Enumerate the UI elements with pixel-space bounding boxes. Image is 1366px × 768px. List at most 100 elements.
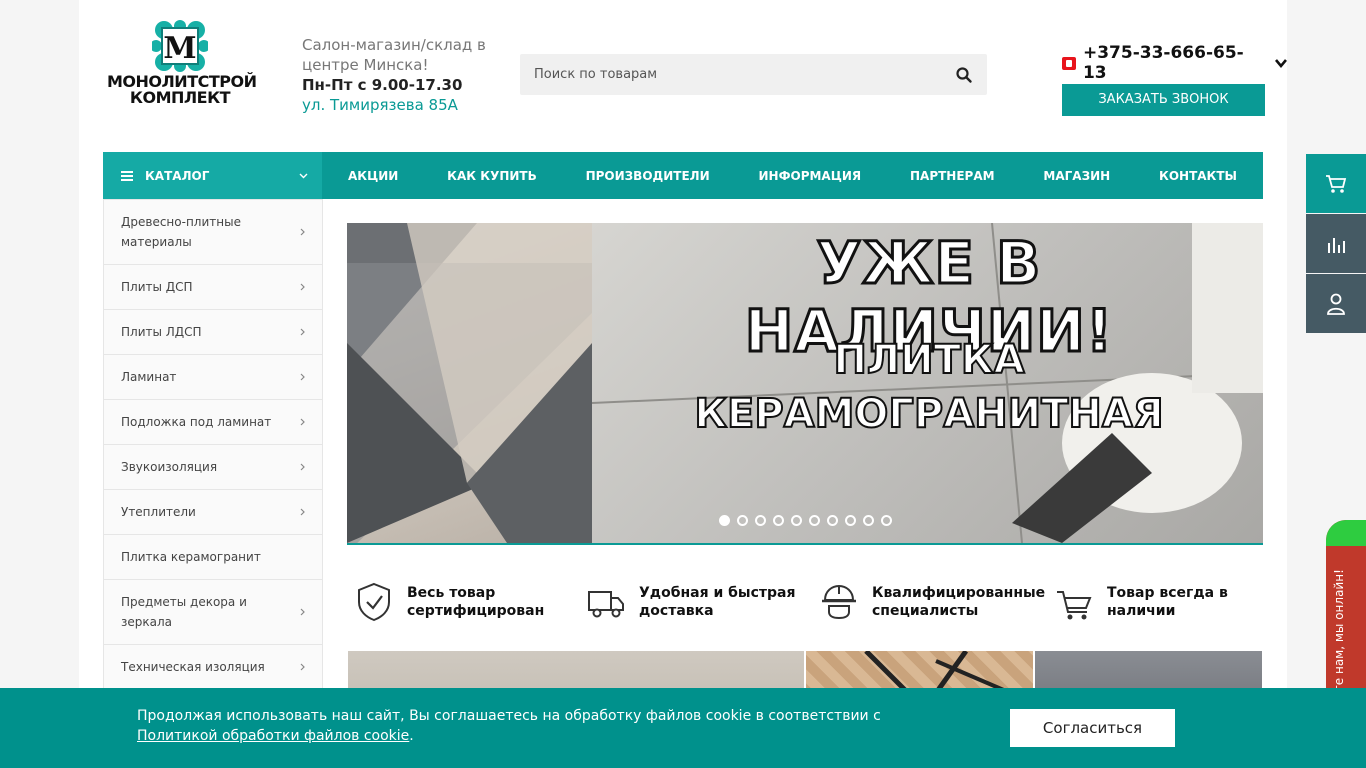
nav-item-information[interactable]: ИНФОРМАЦИЯ: [759, 169, 862, 183]
feature-text: Удобная и быстрая доставка: [639, 585, 796, 619]
delivery-truck-icon: [588, 591, 624, 618]
feature-text: Квалифицированные специалисты: [872, 585, 1046, 619]
sidebar-item-wood-panels[interactable]: Древесно-плитные материалы: [104, 199, 322, 264]
chevron-right-icon: [300, 373, 305, 381]
store-info: Салон-магазин/склад в центре Минска! Пн-…: [302, 35, 502, 115]
feature-delivery: Удобная и быстрая доставка: [587, 580, 799, 624]
callback-button[interactable]: ЗАКАЗАТЬ ЗВОНОК: [1062, 84, 1265, 116]
store-hours: Пн-Пт с 9.00-17.30: [302, 76, 463, 94]
search-box: [520, 54, 987, 95]
nav-item-shop[interactable]: МАГАЗИН: [1043, 169, 1110, 183]
store-address[interactable]: ул. Тимирязева 85А: [302, 95, 502, 115]
cart-icon: [1326, 174, 1347, 193]
chat-status-indicator: [1326, 520, 1366, 546]
nav-item-manufacturers[interactable]: ПРОИЗВОДИТЕЛИ: [586, 169, 710, 183]
cookie-policy-link[interactable]: Политикой обработки файлов cookie: [137, 728, 409, 744]
feature-certified: Весь товар сертифицирован: [355, 580, 547, 624]
toolbar-compare-button[interactable]: [1306, 214, 1366, 273]
cookie-suffix: .: [409, 728, 414, 744]
sidebar-item-label: Плитка керамогранит: [121, 550, 261, 564]
banner-subline2: КЕРАМОГРАНИТНАЯ: [693, 390, 1164, 438]
sidebar-item-dsp[interactable]: Плиты ДСП: [104, 264, 322, 309]
logo-emblem-icon: M: [152, 20, 208, 72]
slider-dots: [719, 515, 892, 526]
toolbar-account-button[interactable]: [1306, 274, 1366, 333]
cookie-message: Продолжая использовать наш сайт, Вы согл…: [137, 708, 881, 724]
main-nav: КАТАЛОГ АКЦИИ КАК КУПИТЬ ПРОИЗВОДИТЕЛИ И…: [103, 152, 1263, 199]
sidebar-item-label: Предметы декора и зеркала: [121, 595, 247, 629]
slider-dot[interactable]: [737, 515, 748, 526]
sidebar-item-insulation[interactable]: Утеплители: [104, 489, 322, 534]
logo[interactable]: M МОНОЛИТСТРОЙ КОМПЛЕКТ: [107, 20, 257, 108]
feature-specialists: Квалифицированные специалисты: [820, 580, 1046, 624]
hamburger-icon: [121, 170, 133, 181]
sidebar-item-label: Древесно-плитные материалы: [121, 215, 241, 249]
slider-dot[interactable]: [773, 515, 784, 526]
nav-item-partners[interactable]: ПАРТНЕРАМ: [910, 169, 995, 183]
chevron-right-icon: [300, 663, 305, 671]
nav-item-promotions[interactable]: АКЦИИ: [348, 169, 398, 183]
top-menu: АКЦИИ КАК КУПИТЬ ПРОИЗВОДИТЕЛИ ИНФОРМАЦИ…: [322, 152, 1263, 199]
chevron-right-icon: [300, 463, 305, 471]
sidebar-item-label: Утеплители: [121, 505, 196, 519]
search-icon[interactable]: [955, 66, 973, 84]
certified-shield-icon: [358, 582, 390, 622]
logo-line2: КОМПЛЕКТ: [129, 88, 231, 107]
page-container: M МОНОЛИТСТРОЙ КОМПЛЕКТ Салон-магазин/ск…: [79, 0, 1287, 768]
cookie-text: Продолжая использовать наш сайт, Вы согл…: [137, 706, 897, 746]
user-icon: [1327, 293, 1345, 315]
tile-stack-graphic: [347, 223, 592, 543]
nav-item-how-to-buy[interactable]: КАК КУПИТЬ: [447, 169, 537, 183]
compare-chart-icon: [1328, 237, 1345, 253]
sidebar-item-label: Звукоизоляция: [121, 460, 218, 474]
slider-dot[interactable]: [863, 515, 874, 526]
sidebar-item-label: Подложка под ламинат: [121, 415, 272, 429]
sidebar-item-tech-insulation[interactable]: Техническая изоляция: [104, 644, 322, 689]
slider-dot[interactable]: [881, 515, 892, 526]
sidebar-item-soundproofing[interactable]: Звукоизоляция: [104, 444, 322, 489]
cookie-agree-button[interactable]: Согласиться: [1010, 709, 1175, 747]
cookie-banner: Продолжая использовать наш сайт, Вы согл…: [0, 688, 1366, 768]
phone-block[interactable]: +375-33-666-65-13: [1062, 43, 1287, 83]
catalog-sidebar: Древесно-плитные материалы Плиты ДСП Пли…: [103, 199, 323, 690]
features-row: Весь товар сертифицирован Удобная и быст…: [347, 580, 1263, 624]
toolbar-cart-button[interactable]: [1306, 154, 1366, 213]
banner-divider: [347, 543, 1263, 545]
nav-item-contacts[interactable]: КОНТАКТЫ: [1159, 169, 1237, 183]
feature-text: Весь товар сертифицирован: [407, 585, 545, 619]
sidebar-item-underlay[interactable]: Подложка под ламинат: [104, 399, 322, 444]
sidebar-item-ldsp[interactable]: Плиты ЛДСП: [104, 309, 322, 354]
store-tagline: Салон-магазин/склад в центре Минска!: [302, 36, 486, 74]
banner-subline1: ПЛИТКА: [832, 336, 1025, 384]
catalog-button[interactable]: КАТАЛОГ: [103, 152, 322, 199]
chevron-right-icon: [300, 328, 305, 336]
sidebar-item-decor-mirrors[interactable]: Предметы декора и зеркала: [104, 579, 322, 644]
sidebar-item-label: Техническая изоляция: [121, 660, 265, 674]
chat-label: ите нам, мы онлайн!: [1332, 569, 1346, 700]
slider-dot[interactable]: [809, 515, 820, 526]
chevron-down-icon: [299, 173, 308, 179]
search-input[interactable]: [520, 54, 930, 95]
feature-in-stock: Товар всегда в наличии: [1055, 580, 1247, 624]
chevron-right-icon: [300, 283, 305, 291]
slider-dot[interactable]: [845, 515, 856, 526]
catalog-label: КАТАЛОГ: [145, 168, 210, 183]
sidebar-item-porcelain-tile[interactable]: Плитка керамогранит: [104, 534, 322, 579]
slider-dot[interactable]: [827, 515, 838, 526]
sidebar-item-laminate[interactable]: Ламинат: [104, 354, 322, 399]
sidebar-item-label: Плиты ДСП: [121, 280, 193, 294]
slider-dot[interactable]: [755, 515, 766, 526]
hero-banner[interactable]: УЖЕ В НАЛИЧИИ! ПЛИТКА КЕРАМОГРАНИТНАЯ: [347, 223, 1263, 543]
slider-dot[interactable]: [719, 515, 730, 526]
chevron-right-icon: [300, 608, 305, 616]
phone-operator-icon: [1062, 56, 1076, 70]
banner-subheadline: ПЛИТКА КЕРАМОГРАНИТНАЯ: [629, 333, 1229, 441]
shopping-cart-icon: [1057, 591, 1092, 620]
phone-number[interactable]: +375-33-666-65-13: [1083, 43, 1267, 83]
slider-dot[interactable]: [791, 515, 802, 526]
sidebar-item-label: Плиты ЛДСП: [121, 325, 202, 339]
hardhat-worker-icon: [822, 584, 856, 620]
chevron-right-icon: [300, 418, 305, 426]
chevron-down-icon[interactable]: [1275, 57, 1287, 69]
banner-tiles-image: [347, 223, 592, 543]
